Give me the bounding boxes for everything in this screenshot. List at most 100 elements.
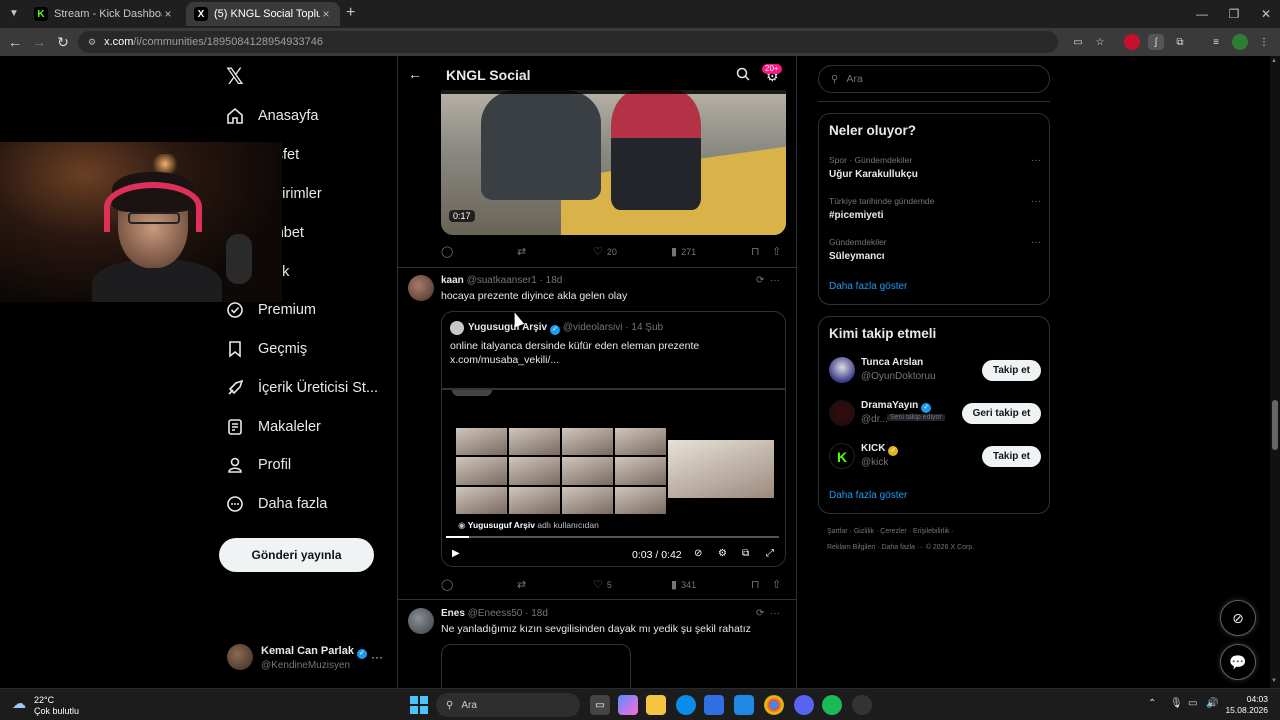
profile-icon[interactable] bbox=[1232, 34, 1248, 50]
address-bar[interactable]: ⚙ x.com/i/communities/189508412895493374… bbox=[78, 31, 1058, 53]
tweet-author[interactable]: Enes @Eneess50 · 18d bbox=[441, 608, 548, 619]
views-button[interactable]: ▮ 341 bbox=[671, 578, 696, 591]
menu-dots-icon[interactable]: ⋮ bbox=[1256, 34, 1272, 50]
account-switcher[interactable]: Kemal Can Parlak ✓ @KendineMuzisyen ··· bbox=[227, 642, 387, 674]
post-button[interactable]: Gönderi yayınla bbox=[219, 538, 374, 572]
task-view-icon[interactable]: ▭ bbox=[590, 695, 610, 715]
minimize-icon[interactable]: — bbox=[1186, 0, 1218, 28]
trend-item[interactable]: Spor · Gündemdekiler Uğur Karakullukçu ·… bbox=[829, 155, 1041, 180]
play-icon[interactable]: ▶ bbox=[452, 548, 460, 559]
quoted-tweet[interactable]: Yugusuguf Arşiv ✓ @videolarsivi · 14 Şub … bbox=[441, 311, 786, 567]
messages-fab-icon[interactable]: 💬 bbox=[1220, 644, 1256, 680]
avatar[interactable] bbox=[408, 275, 434, 301]
star-icon[interactable]: ☆ bbox=[1092, 34, 1108, 50]
video-progress[interactable] bbox=[446, 536, 779, 538]
window-close-icon[interactable]: ✕ bbox=[1250, 0, 1280, 28]
more-dots-icon[interactable]: ··· bbox=[1031, 237, 1041, 248]
grok-icon[interactable]: ⟳ bbox=[756, 275, 764, 286]
more-dots-icon[interactable]: ··· bbox=[371, 650, 383, 664]
follow-suggestion[interactable]: Tunca Arslan @OyunDoktoruu Takip et bbox=[829, 356, 1041, 386]
close-icon[interactable]: × bbox=[320, 7, 332, 21]
tweet-video[interactable]: 0:17 bbox=[441, 90, 786, 235]
clock[interactable]: 04:03 15.08.2026 bbox=[1224, 694, 1268, 716]
scrollbar[interactable]: ▲ ▼ bbox=[1270, 56, 1280, 688]
video-credit[interactable]: ◉ Yugusuguf Arşiv adlı kullanıcıdan bbox=[458, 520, 599, 531]
retweet-button[interactable]: ⇄ bbox=[517, 245, 530, 258]
media-icon[interactable]: ≡ bbox=[1208, 34, 1224, 50]
bookmark-button[interactable]: ⊓ bbox=[751, 245, 764, 258]
settings-icon[interactable]: ⚙ bbox=[718, 548, 727, 559]
pip-icon[interactable]: ⧉ bbox=[742, 548, 749, 559]
reply-button[interactable]: ◯ bbox=[441, 245, 457, 258]
taskbar-search[interactable]: ⚲ Ara bbox=[436, 693, 580, 717]
search-icon[interactable] bbox=[736, 67, 752, 83]
nav-profile[interactable]: Profil bbox=[226, 451, 291, 479]
follow-suggestion[interactable]: K KICK ✓ @kick Takip et bbox=[829, 442, 1041, 472]
like-button[interactable]: ♡ 20 bbox=[593, 245, 617, 258]
nav-more[interactable]: Daha fazla bbox=[226, 490, 327, 518]
share-button[interactable]: ⇧ bbox=[772, 245, 785, 258]
more-dots-icon[interactable]: ··· bbox=[1031, 196, 1041, 207]
chrome-icon[interactable] bbox=[764, 695, 784, 715]
obs-icon[interactable] bbox=[852, 695, 872, 715]
volume-icon[interactable]: 🔊 bbox=[1206, 698, 1218, 709]
quoted-video[interactable]: ◉ Yugusuguf Arşiv adlı kullanıcıdan ▶ 0:… bbox=[442, 388, 785, 566]
discord-icon[interactable] bbox=[794, 695, 814, 715]
grok-icon[interactable]: ⟳ bbox=[756, 608, 764, 619]
nav-creator-studio[interactable]: İçerik Üreticisi St... bbox=[226, 374, 378, 402]
tab-x-community[interactable]: X (5) KNGL Social Topluluk / X × bbox=[186, 2, 340, 26]
search-input[interactable]: ⚲ Ara bbox=[818, 65, 1050, 93]
tweet-media[interactable] bbox=[441, 644, 631, 688]
follow-button[interactable]: Takip et bbox=[982, 360, 1041, 381]
edge-icon[interactable] bbox=[676, 695, 696, 715]
copilot-icon[interactable] bbox=[618, 695, 638, 715]
puzzle-icon[interactable]: ⧉ bbox=[1172, 34, 1188, 50]
trends-show-more-link[interactable]: Daha fazla göster bbox=[829, 281, 907, 292]
spotify-icon[interactable] bbox=[822, 695, 842, 715]
avatar[interactable] bbox=[408, 608, 434, 634]
follow-back-button[interactable]: Geri takip et bbox=[962, 403, 1041, 424]
nav-home[interactable]: Anasayfa bbox=[226, 102, 318, 130]
file-explorer-icon[interactable] bbox=[646, 695, 666, 715]
site-info-icon[interactable]: ⚙ bbox=[88, 37, 96, 48]
back-arrow-icon[interactable]: ← bbox=[408, 66, 422, 82]
nav-bookmarks[interactable]: Geçmiş bbox=[226, 335, 307, 363]
trend-item[interactable]: Türkiye tarihinde gündemde #picemiyeti ·… bbox=[829, 196, 1041, 221]
tab-search-icon[interactable]: ▼ bbox=[6, 6, 22, 22]
network-icon[interactable]: ▭ bbox=[1188, 698, 1197, 709]
footer-links[interactable]: Şartlar · Gizlilik · Çerezler · Erişileb… bbox=[827, 524, 1027, 556]
retweet-button[interactable]: ⇄ bbox=[517, 578, 530, 591]
fullscreen-icon[interactable]: ⤢ bbox=[766, 548, 774, 559]
more-dots-icon[interactable]: ··· bbox=[770, 608, 780, 619]
new-tab-icon[interactable]: + bbox=[346, 4, 355, 22]
nav-articles[interactable]: Makaleler bbox=[226, 413, 321, 441]
share-button[interactable]: ⇧ bbox=[772, 578, 785, 591]
more-dots-icon[interactable]: ··· bbox=[1031, 155, 1041, 166]
who-show-more-link[interactable]: Daha fazla göster bbox=[829, 490, 907, 501]
tab-kick-dashboard[interactable]: K Stream - Kick Dashboard × bbox=[26, 2, 182, 26]
tweet-author[interactable]: kaan @suatkaanser1 · 18d bbox=[441, 275, 562, 286]
store-icon[interactable] bbox=[704, 695, 724, 715]
views-button[interactable]: ▮ 271 bbox=[671, 245, 696, 258]
weather-widget[interactable]: ☁ 22°C Çok bulutlu bbox=[12, 693, 112, 717]
follow-button[interactable]: Takip et bbox=[982, 446, 1041, 467]
grok-fab-icon[interactable]: ⊘ bbox=[1220, 600, 1256, 636]
extension-icon[interactable]: ʃ bbox=[1148, 34, 1164, 50]
x-logo-icon[interactable]: 𝕏 bbox=[226, 66, 246, 88]
like-button[interactable]: ♡ 5 bbox=[593, 578, 612, 591]
microphone-icon[interactable]: 🎙 bbox=[1170, 698, 1183, 709]
forward-icon[interactable]: → bbox=[30, 33, 48, 51]
start-menu-icon[interactable] bbox=[410, 696, 428, 714]
extension-icon[interactable] bbox=[1124, 34, 1140, 50]
mail-icon[interactable] bbox=[734, 695, 754, 715]
follow-suggestion[interactable]: DramaYayın ✓ @dr... Seni takip ediyor Ger… bbox=[829, 399, 1041, 429]
quoted-link[interactable]: x.com/musaba_vekili/... bbox=[450, 353, 770, 367]
reply-button[interactable]: ◯ bbox=[441, 578, 457, 591]
chevron-up-icon[interactable]: ⌃ bbox=[1148, 698, 1156, 709]
trend-item[interactable]: Gündemdekiler Süleymancı ··· bbox=[829, 237, 1041, 262]
bookmark-button[interactable]: ⊓ bbox=[751, 578, 764, 591]
install-app-icon[interactable]: ▭ bbox=[1070, 34, 1086, 50]
mute-icon[interactable]: ⊘ bbox=[694, 548, 702, 559]
reload-icon[interactable]: ↻ bbox=[54, 33, 72, 51]
more-dots-icon[interactable]: ··· bbox=[770, 275, 780, 286]
